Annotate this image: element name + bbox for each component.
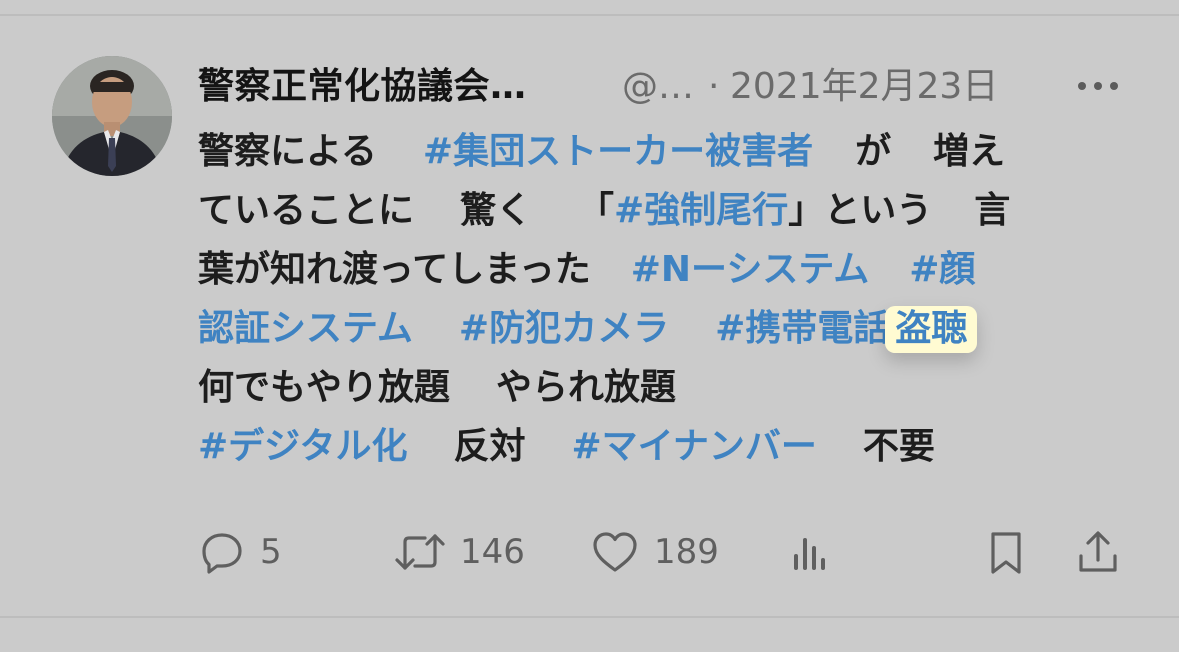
hashtag-link[interactable]: #顔 [909,249,975,290]
hashtag-link[interactable]: #集団ストーカー被害者 [423,131,813,172]
text-segment: 増え [933,131,1006,172]
bookmark-button[interactable] [984,524,1028,580]
retweet-count: 146 [460,532,525,572]
text-segment: 「 [578,190,615,231]
text-segment: やられ放題 [496,367,677,408]
tweet-date[interactable]: 2021年2月23日 [730,62,998,112]
header-separator: · [708,66,720,107]
bookmark-icon [984,528,1028,576]
avatar[interactable] [52,56,172,176]
tweet-line-6: #デジタル化 反対 #マイナンバー 不要 [198,417,1128,476]
tweet-line-1: 警察による #集団ストーカー被害者 が増え [198,122,1128,181]
text-segment: が [855,131,892,172]
heart-icon [590,528,640,576]
views-button[interactable] [788,524,832,580]
analytics-icon [788,528,832,576]
top-divider [0,14,1179,16]
tweet-header: 警察正常化協議会… @… · 2021年2月23日 [198,62,1138,112]
tweet-line-3: 葉が知れ渡ってしまった #Nーシステム #顔 [198,240,1128,299]
retweet-button[interactable]: 146 [394,524,525,580]
tweet-line-4: 認証システム #防犯カメラ #携帯電話 盗聴 [198,299,1128,358]
like-button[interactable]: 189 [590,524,719,580]
selected-text-highlight[interactable]: 盗聴 [885,306,978,353]
text-segment: 驚く [460,190,533,231]
text-segment: 不要 [862,426,935,467]
author-handle[interactable]: @… [622,62,694,112]
hashtag-link[interactable]: #Nーシステム [631,249,870,290]
author-display-name[interactable]: 警察正常化協議会… [198,62,527,112]
tweet-actions: 5 146 189 [198,524,1128,580]
share-button[interactable] [1074,524,1122,580]
hashtag-link[interactable]: #マイナンバー [571,426,816,467]
tweet-text: 警察による #集団ストーカー被害者が増え ていることに 驚く 「#強制尾行」という言 … [198,122,1128,476]
like-count: 189 [654,532,719,572]
reply-icon [198,528,246,576]
retweet-icon [394,528,446,576]
bottom-divider [0,616,1179,618]
more-dots-icon[interactable] [1078,70,1118,102]
reply-button[interactable]: 5 [198,524,282,580]
hashtag-link[interactable]: #デジタル化 [198,426,407,467]
text-segment: 葉が知れ渡ってしまった [198,249,591,290]
reply-count: 5 [260,532,282,572]
text-segment: 警察による [198,131,377,172]
share-icon [1074,528,1122,576]
hashtag-link[interactable]: 認証システム [198,308,413,349]
tweet-line-5: 何でもやり放題 やられ放題 [198,358,1128,417]
tweet-line-2: ていることに 驚く 「#強制尾行」という言 [198,181,1128,240]
hashtag-link[interactable]: #防犯カメラ [459,308,669,349]
text-segment: 何でもやり放題 [198,367,451,408]
hashtag-link[interactable]: #携帯電話 [715,308,889,349]
hashtag-link[interactable]: #強制尾行 [614,190,788,231]
text-segment: ていることに [198,190,415,231]
text-segment: 反対 [453,426,526,467]
avatar-photo [52,56,172,176]
text-segment: 言 [974,190,1011,231]
text-segment: 」という [788,190,933,231]
